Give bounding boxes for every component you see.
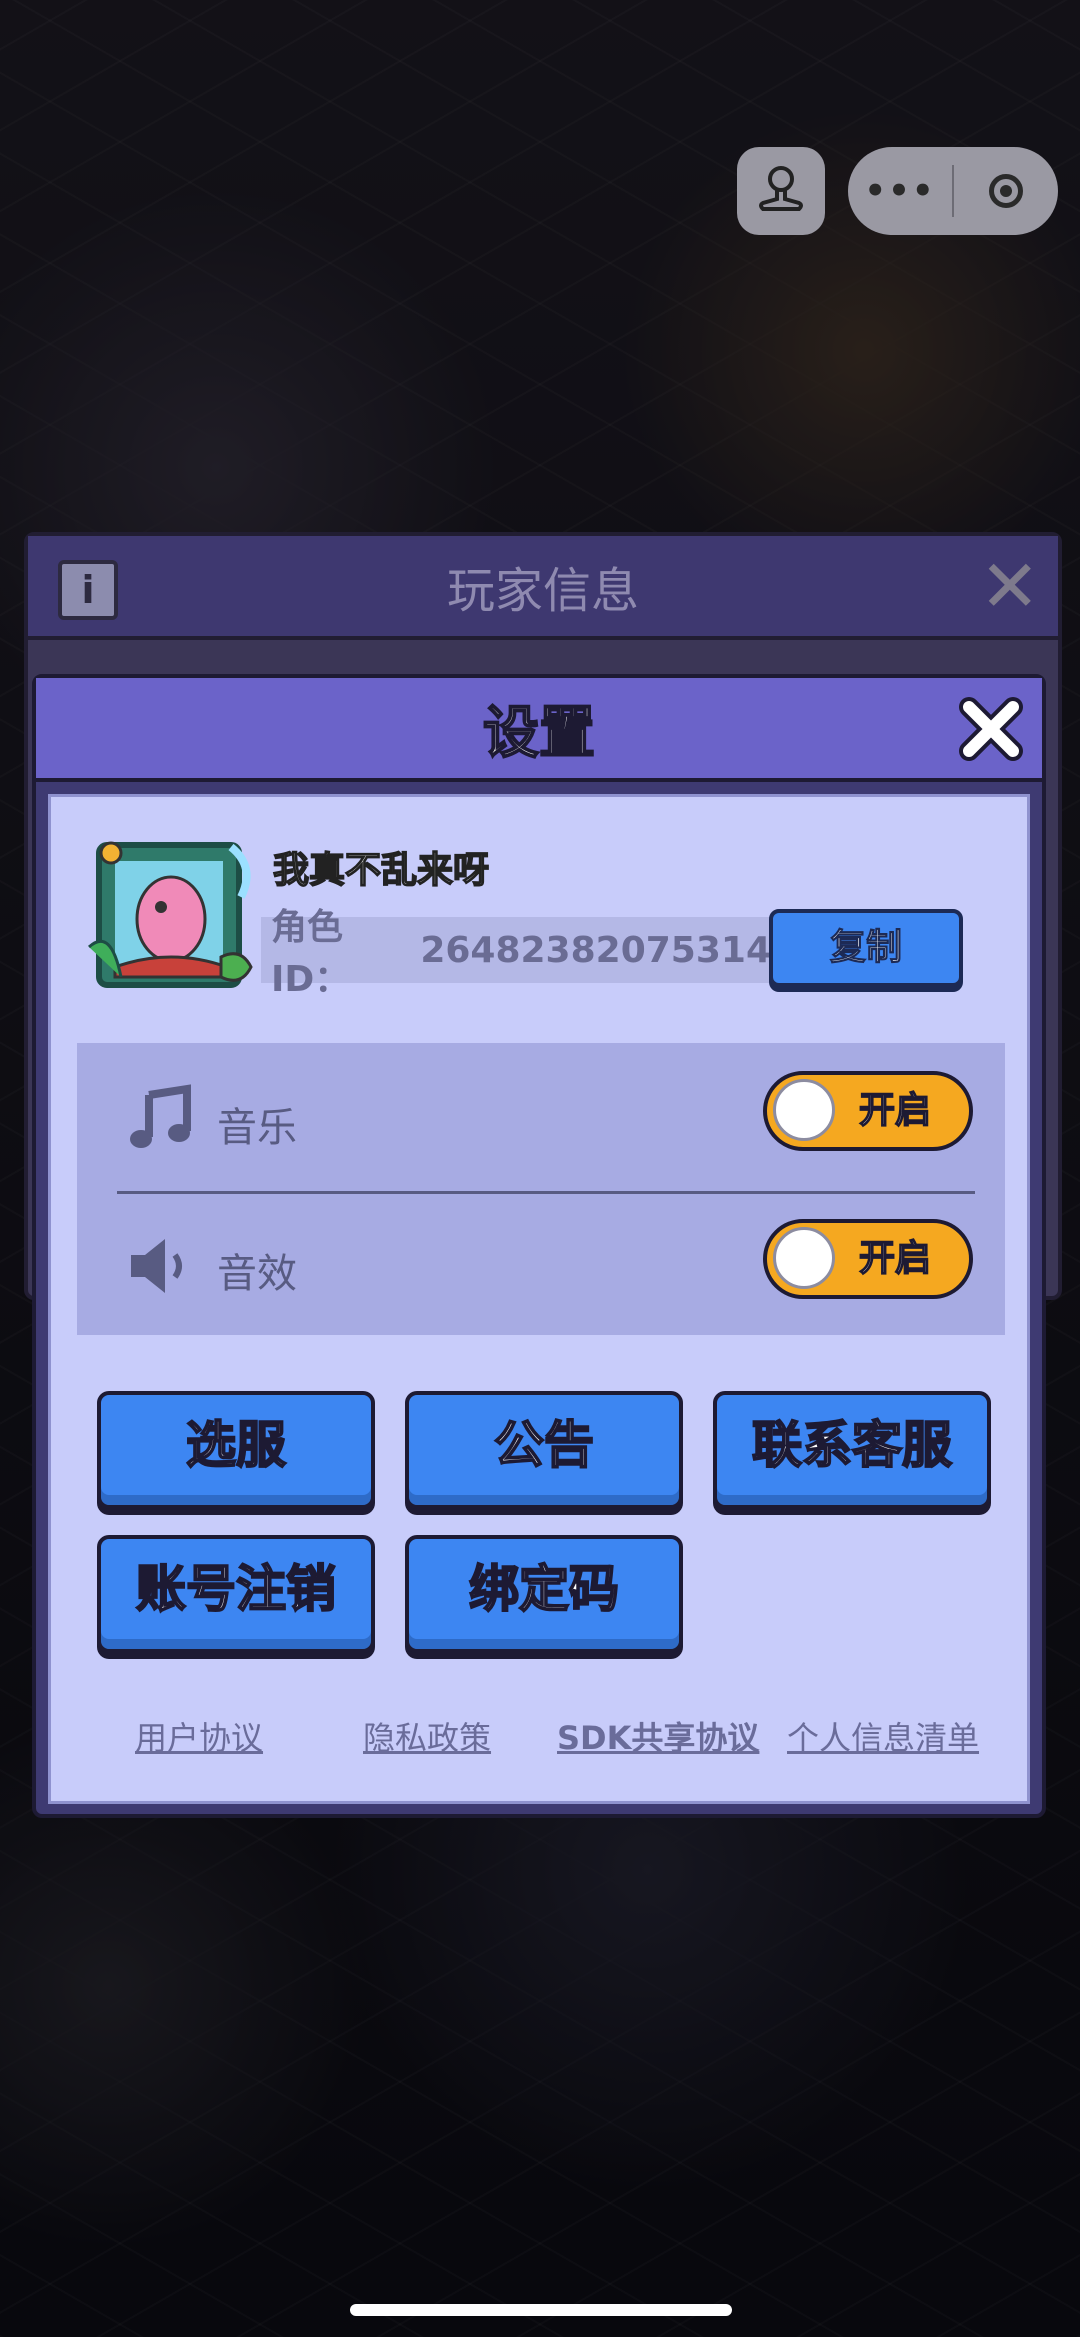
close-miniprogram-button[interactable] — [954, 174, 1058, 208]
more-dots-icon[interactable]: ••• — [848, 171, 952, 211]
music-toggle-label: 开启 — [858, 1089, 932, 1132]
announcement-button[interactable]: 公告 — [405, 1391, 683, 1509]
sfx-toggle[interactable]: 开启 — [763, 1219, 973, 1299]
music-label: 音乐 — [217, 1105, 297, 1151]
select-server-button[interactable]: 选服 — [97, 1391, 375, 1509]
settings-close-button[interactable] — [956, 694, 1026, 764]
settings-title: 设置 — [482, 700, 596, 767]
personal-info-list-link[interactable]: 个人信息清单 — [787, 1713, 979, 1759]
settings-modal: 设置 我真不乱来呀 角色ID： 26482382075314 复制 音乐 开启 … — [32, 674, 1046, 1818]
player-info-title: 玩家信息 — [446, 563, 639, 619]
bind-code-button[interactable]: 绑定码 — [405, 1535, 683, 1653]
person-icon — [759, 166, 803, 211]
contact-support-button[interactable]: 联系客服 — [713, 1391, 991, 1509]
mini-program-capsule: ••• — [848, 147, 1058, 235]
close-icon — [959, 697, 1023, 761]
info-icon: i — [58, 560, 118, 620]
music-note-icon — [130, 1084, 191, 1148]
player-info-header: i 玩家信息 ✕ — [28, 536, 1058, 640]
sfx-toggle-knob — [773, 1227, 835, 1289]
delete-account-button[interactable]: 账号注销 — [97, 1535, 375, 1653]
settings-header: 设置 — [36, 678, 1042, 782]
settings-body: 我真不乱来呀 角色ID： 26482382075314 复制 音乐 开启 音效 … — [48, 794, 1030, 1804]
music-toggle[interactable]: 开启 — [763, 1071, 973, 1151]
home-indicator[interactable] — [350, 2304, 732, 2316]
user-agreement-link[interactable]: 用户协议 — [135, 1713, 263, 1759]
player-nickname: 我真不乱来呀 — [272, 849, 490, 892]
privacy-policy-link[interactable]: 隐私政策 — [363, 1713, 491, 1759]
speaker-icon — [131, 1239, 182, 1293]
game-avatar-button[interactable] — [737, 147, 825, 235]
role-id-label: 角色ID： — [271, 907, 351, 1000]
role-id-bar: 角色ID： 26482382075314 — [261, 907, 771, 1000]
record-icon — [989, 174, 1023, 208]
close-icon[interactable]: ✕ — [980, 550, 1040, 622]
role-id-value: 26482382075314 — [420, 929, 771, 971]
profile-avatar — [87, 841, 253, 988]
row-divider — [117, 1191, 975, 1194]
copy-button[interactable]: 复制 — [769, 909, 963, 987]
sfx-label: 音效 — [217, 1251, 297, 1297]
sfx-toggle-label: 开启 — [858, 1237, 932, 1280]
music-toggle-knob — [773, 1079, 835, 1141]
sdk-sharing-link[interactable]: SDK共享协议 — [557, 1713, 759, 1759]
sound-settings-panel: 音乐 开启 音效 开启 — [77, 1043, 1005, 1335]
